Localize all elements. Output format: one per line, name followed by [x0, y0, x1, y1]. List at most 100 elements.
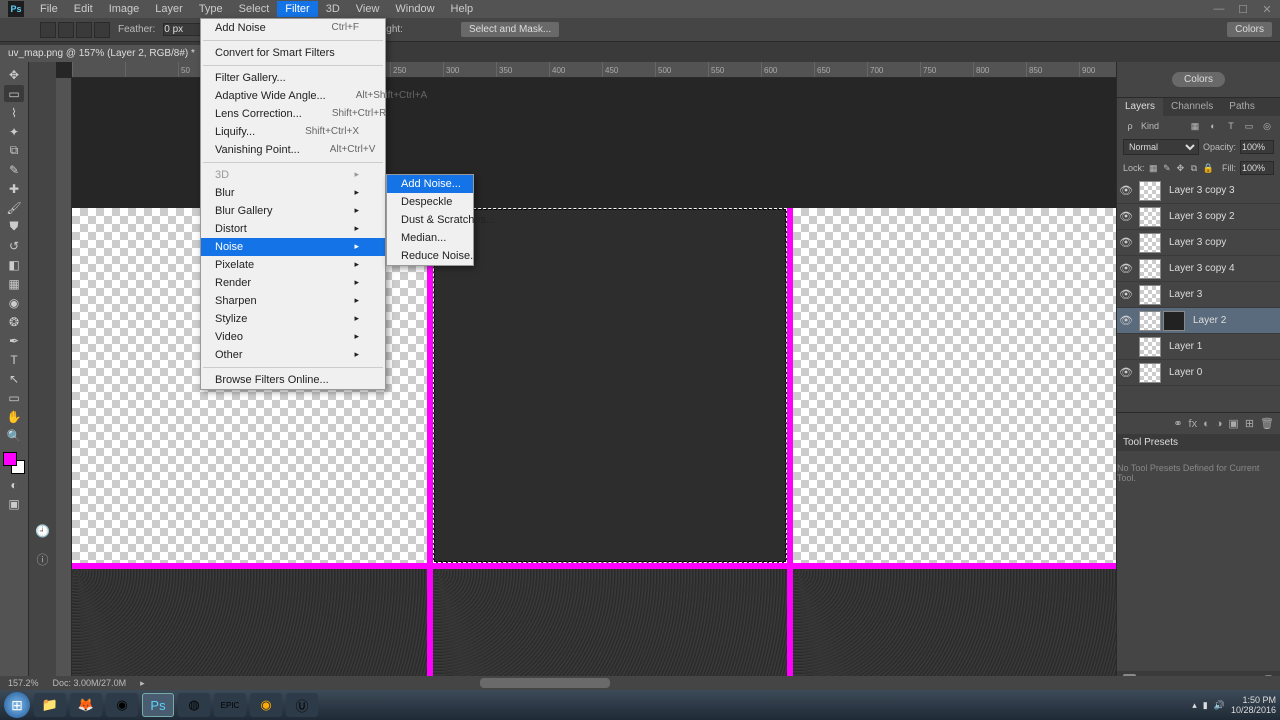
layer-name[interactable]: Layer 1 [1165, 341, 1280, 352]
screenmode-icon[interactable]: ▣ [4, 495, 24, 512]
menu-type[interactable]: Type [191, 1, 231, 17]
tray-net-icon[interactable]: ▮ [1203, 700, 1208, 711]
tab-channels[interactable]: Channels [1163, 98, 1221, 116]
taskbar-obs-icon[interactable]: ◍ [178, 693, 210, 717]
status-arrow-icon[interactable]: ▸ [140, 678, 145, 689]
h-scrollbar-thumb[interactable] [480, 678, 610, 688]
menu-image[interactable]: Image [101, 1, 148, 17]
lock-brush-icon[interactable]: ✎ [1162, 161, 1172, 175]
mi-render[interactable]: Render [201, 274, 385, 292]
taskbar-firefox-icon[interactable]: 🦊 [70, 693, 102, 717]
mi-reduce-noise[interactable]: Reduce Noise... [387, 247, 473, 265]
filter-shape-icon[interactable]: ▭ [1242, 119, 1256, 133]
layer-name[interactable]: Layer 0 [1165, 367, 1280, 378]
type-tool-icon[interactable]: T [4, 351, 24, 368]
blend-mode-select[interactable]: Normal [1123, 139, 1199, 155]
layer-name[interactable]: Layer 3 [1165, 289, 1280, 300]
group-icon[interactable]: ▣ [1228, 417, 1238, 430]
mi-median[interactable]: Median... [387, 229, 473, 247]
layer-name[interactable]: Layer 3 copy 4 [1165, 263, 1280, 274]
layer-row[interactable]: 👁 Layer 0 [1117, 360, 1280, 386]
menu-view[interactable]: View [348, 1, 388, 17]
hand-tool-icon[interactable]: ✋ [4, 408, 24, 425]
mi-noise[interactable]: Noise [201, 238, 385, 256]
quickmask-icon[interactable]: ◐ [4, 476, 24, 493]
colors-label[interactable]: Colors [1172, 72, 1225, 87]
layer-thumb[interactable] [1139, 233, 1161, 253]
history-brush-tool-icon[interactable]: ↺ [4, 237, 24, 254]
menu-help[interactable]: Help [443, 1, 482, 17]
tray-time[interactable]: 1:50 PM [1231, 695, 1276, 705]
zoom-tool-icon[interactable]: 🔍 [4, 427, 24, 444]
taskbar-explorer-icon[interactable]: 📁 [34, 693, 66, 717]
workspace-switcher[interactable]: Colors [1227, 22, 1272, 37]
mi-vanish[interactable]: Vanishing Point...Alt+Ctrl+V [201, 141, 385, 159]
tab-layers[interactable]: Layers [1117, 98, 1163, 116]
mi-blur[interactable]: Blur [201, 184, 385, 202]
mi-dust[interactable]: Dust & Scratches... [387, 211, 473, 229]
filter-img-icon[interactable]: ▦ [1188, 119, 1202, 133]
info-panel-icon[interactable]: ⓘ [34, 550, 52, 568]
heal-tool-icon[interactable]: ✚ [4, 180, 24, 197]
fg-color-swatch[interactable] [3, 452, 17, 466]
close-icon[interactable]: ✕ [1260, 3, 1274, 15]
mi-blur-gallery[interactable]: Blur Gallery [201, 202, 385, 220]
menu-file[interactable]: File [32, 1, 66, 17]
layer-row[interactable]: 👁 Layer 3 copy 3 [1117, 178, 1280, 204]
menu-select[interactable]: Select [231, 1, 278, 17]
layer-thumb[interactable] [1139, 207, 1161, 227]
visibility-icon[interactable]: 👁 [1117, 236, 1135, 249]
mi-adaptive[interactable]: Adaptive Wide Angle...Alt+Shift+Ctrl+A [201, 87, 385, 105]
layer-row[interactable]: 👁 Layer 3 [1117, 282, 1280, 308]
move-tool-icon[interactable]: ✥ [4, 66, 24, 83]
visibility-icon[interactable]: 👁 [1117, 314, 1135, 327]
mi-convert-smart[interactable]: Convert for Smart Filters [201, 44, 385, 62]
mi-video[interactable]: Video [201, 328, 385, 346]
filter-smart-icon[interactable]: ◎ [1260, 119, 1274, 133]
sel-subtract-icon[interactable] [76, 22, 92, 38]
feather-input[interactable] [163, 23, 203, 36]
layer-name[interactable]: Layer 2 [1189, 315, 1280, 326]
layer-thumb[interactable] [1139, 181, 1161, 201]
stamp-tool-icon[interactable]: ⛊ [4, 218, 24, 235]
trash-icon[interactable]: 🗑 [1260, 417, 1274, 430]
fx-icon[interactable]: fx [1189, 418, 1198, 430]
layer-thumb[interactable] [1139, 337, 1161, 357]
menu-layer[interactable]: Layer [147, 1, 191, 17]
visibility-icon[interactable]: 👁 [1117, 366, 1135, 379]
opacity-input[interactable] [1240, 140, 1274, 154]
taskbar-epic-icon[interactable]: EPIC [214, 693, 246, 717]
link-layers-icon[interactable]: ⚭ [1173, 417, 1182, 430]
layer-thumb[interactable] [1139, 311, 1161, 331]
layer-thumb[interactable] [1139, 363, 1161, 383]
tab-paths[interactable]: Paths [1221, 98, 1263, 116]
taskbar-steam-icon[interactable]: ◉ [106, 693, 138, 717]
tray-up-icon[interactable]: ▴ [1192, 700, 1197, 711]
lock-pos-icon[interactable]: ✥ [1176, 161, 1186, 175]
fill-input[interactable] [1240, 161, 1274, 175]
marquee-tool-icon[interactable]: ▭ [4, 85, 24, 102]
taskbar-photoshop-icon[interactable]: Ps [142, 693, 174, 717]
visibility-icon[interactable]: 👁 [1117, 262, 1135, 275]
lock-pixels-icon[interactable]: ▦ [1149, 161, 1159, 175]
lock-nest-icon[interactable]: ⧉ [1189, 161, 1199, 175]
mask-thumb[interactable] [1163, 311, 1185, 331]
menu-filter[interactable]: Filter [277, 1, 317, 17]
layer-name[interactable]: Layer 3 copy [1165, 237, 1280, 248]
blur-tool-icon[interactable]: ◉ [4, 294, 24, 311]
tray-vol-icon[interactable]: 🔊 [1214, 700, 1225, 711]
filter-type2-icon[interactable]: T [1224, 119, 1238, 133]
layer-row[interactable]: 👁 Layer 3 copy 2 [1117, 204, 1280, 230]
mi-sharpen[interactable]: Sharpen [201, 292, 385, 310]
visibility-icon[interactable]: 👁 [1117, 184, 1135, 197]
layer-name[interactable]: Layer 3 copy 2 [1165, 211, 1280, 222]
path-tool-icon[interactable]: ↖ [4, 370, 24, 387]
zoom-readout[interactable]: 157.2% [8, 678, 39, 688]
layer-row[interactable]: Layer 1 [1117, 334, 1280, 360]
layer-row[interactable]: 👁 Layer 3 copy [1117, 230, 1280, 256]
eraser-tool-icon[interactable]: ◧ [4, 256, 24, 273]
layer-row[interactable]: 👁 Layer 2 [1117, 308, 1280, 334]
layer-row[interactable]: 👁 Layer 3 copy 4 [1117, 256, 1280, 282]
select-and-mask-button[interactable]: Select and Mask... [461, 22, 559, 37]
maximize-icon[interactable]: ☐ [1236, 3, 1250, 15]
